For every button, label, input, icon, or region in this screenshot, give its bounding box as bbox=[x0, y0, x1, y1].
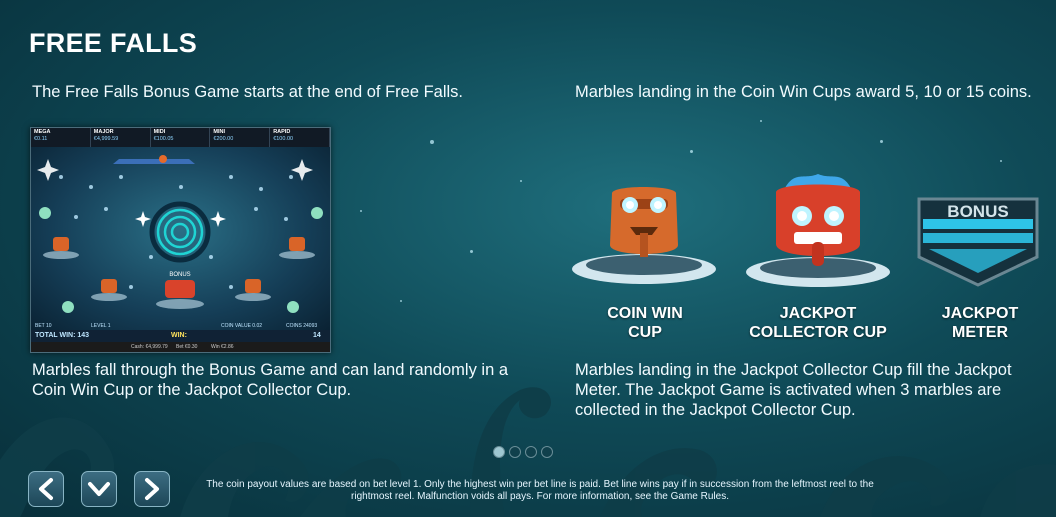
next-page-button[interactable] bbox=[134, 471, 170, 507]
description-right: Marbles landing in the Jackpot Collector… bbox=[575, 361, 1012, 419]
chevron-down-icon bbox=[88, 482, 110, 496]
jackpot-meter-bonus-text: BONUS bbox=[947, 202, 1009, 221]
page-dot-4[interactable] bbox=[541, 446, 553, 458]
page-title: FREE FALLS bbox=[29, 28, 198, 58]
coin-win-cup-label: COIN WIN CUP bbox=[607, 305, 683, 341]
chevron-left-icon bbox=[39, 478, 53, 500]
page-dot-2[interactable] bbox=[509, 446, 521, 458]
page-dot-1[interactable] bbox=[493, 446, 505, 458]
intro-text-left: The Free Falls Bonus Game starts at the … bbox=[32, 83, 464, 101]
previous-page-button[interactable] bbox=[28, 471, 64, 507]
jackpot-rapid: RAPID €100.00 bbox=[270, 128, 330, 147]
bonus-game-screenshot: MEGA €0.11 MAJOR €4,999.59 MIDI €100.05 MIN… bbox=[30, 127, 331, 353]
marble-board-art: BONUS bbox=[37, 155, 323, 313]
intro-text-right: Marbles landing in the Coin Win Cups awa… bbox=[575, 83, 1032, 101]
close-paytable-button[interactable] bbox=[81, 471, 117, 507]
disclaimer-text: The coin payout values are based on bet … bbox=[206, 479, 874, 502]
screenshot-info-bar: BET 10 LEVEL 1 COIN VALUE 0.02 COINS 240… bbox=[31, 323, 330, 342]
paytable-page: FREE FALLS The Free Falls Bonus Game sta… bbox=[0, 0, 1056, 517]
page-indicator bbox=[493, 446, 553, 458]
jackpot-collector-cup-image bbox=[746, 174, 890, 287]
jackpot-meter-label: JACKPOT METER bbox=[941, 305, 1019, 341]
jackpot-collector-cup-label: JACKPOT COLLECTOR CUP bbox=[749, 305, 887, 341]
screenshot-status-bar: Cash: €4,999.79 Bet €0.30 Win €2.86 bbox=[31, 342, 330, 352]
page-dot-3[interactable] bbox=[525, 446, 537, 458]
jackpot-bar: MEGA €0.11 MAJOR €4,999.59 MIDI €100.05 MIN… bbox=[31, 128, 330, 147]
jackpot-mega: MEGA €0.11 bbox=[31, 128, 91, 147]
jackpot-midi: MIDI €100.05 bbox=[151, 128, 211, 147]
marble-field: BONUS bbox=[31, 147, 330, 330]
jackpot-mini: MINI €200.00 bbox=[210, 128, 271, 147]
screenshot-bonus-label: BONUS bbox=[169, 272, 190, 278]
coin-win-cup-image bbox=[572, 187, 716, 284]
jackpot-major: MAJOR €4,999.59 bbox=[91, 128, 151, 147]
chevron-right-icon bbox=[145, 478, 159, 500]
description-left: Marbles fall through the Bonus Game and … bbox=[32, 361, 509, 399]
